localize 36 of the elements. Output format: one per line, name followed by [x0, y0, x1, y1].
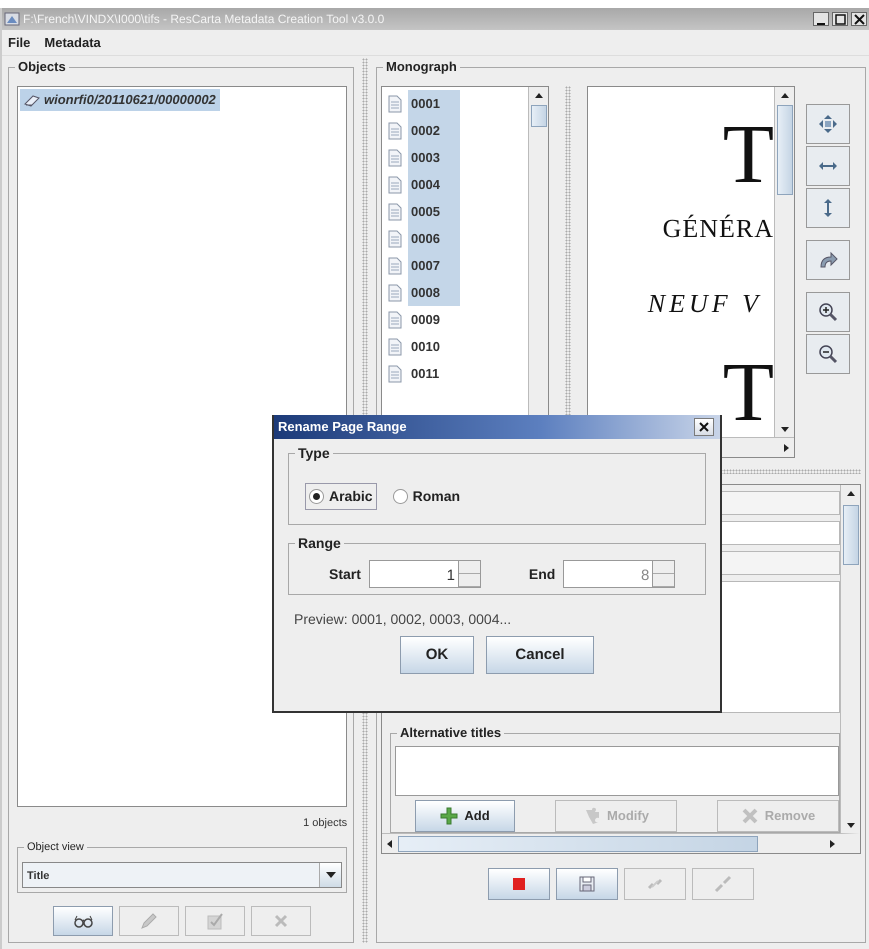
field-label: Start [329, 564, 361, 584]
document-text: NEUF V [648, 288, 762, 320]
page-item[interactable]: 0011 [408, 360, 460, 388]
page-item[interactable]: 0004 [408, 170, 460, 198]
document-text: T [722, 115, 774, 195]
page-item[interactable]: 0007 [408, 252, 460, 280]
dialog-title: Rename Page Range [278, 418, 407, 436]
panel-title: Monograph [383, 59, 460, 75]
window-title: F:\French\VINDX\I000\tifs - ResCarta Metadata Creation Tool v3.0.0 [23, 11, 386, 28]
group-title: Range [295, 535, 344, 551]
group-title: Type [295, 445, 333, 461]
page-item[interactable]: 0003 [408, 144, 460, 172]
document-text: GÉNÉRA [662, 213, 774, 245]
radio-option[interactable]: Arabic [305, 482, 377, 510]
group-title: Object view [24, 839, 87, 855]
page-item[interactable]: 0008 [408, 278, 460, 306]
radio-option[interactable]: Roman [388, 482, 464, 510]
page-item[interactable]: 0001 [408, 90, 460, 118]
field-label: End [528, 564, 556, 584]
cancel-button[interactable]: Cancel [486, 636, 594, 674]
menu-item[interactable]: Metadata [44, 32, 101, 52]
page-item[interactable]: 0006 [408, 224, 460, 252]
add-button[interactable]: Add [415, 800, 515, 832]
page-item[interactable]: 0010 [408, 332, 460, 360]
document-text: T [722, 351, 774, 435]
object-count: 1 objects [302, 816, 348, 830]
page-item[interactable]: 0005 [408, 198, 460, 226]
ok-button[interactable]: OK [400, 636, 474, 674]
page-item[interactable]: 0009 [408, 306, 460, 334]
page-item[interactable]: 0002 [408, 116, 460, 144]
menu-item[interactable]: File [8, 32, 30, 52]
start-spinner[interactable]: 1 [368, 560, 481, 588]
object-view-dropdown[interactable]: Title [22, 862, 342, 888]
object-item[interactable]: wionrfi0/20110621/00000002 [20, 89, 220, 110]
preview-text: Preview: 0001, 0002, 0003, 0004... [293, 610, 512, 629]
panel-title: Objects [15, 59, 69, 75]
